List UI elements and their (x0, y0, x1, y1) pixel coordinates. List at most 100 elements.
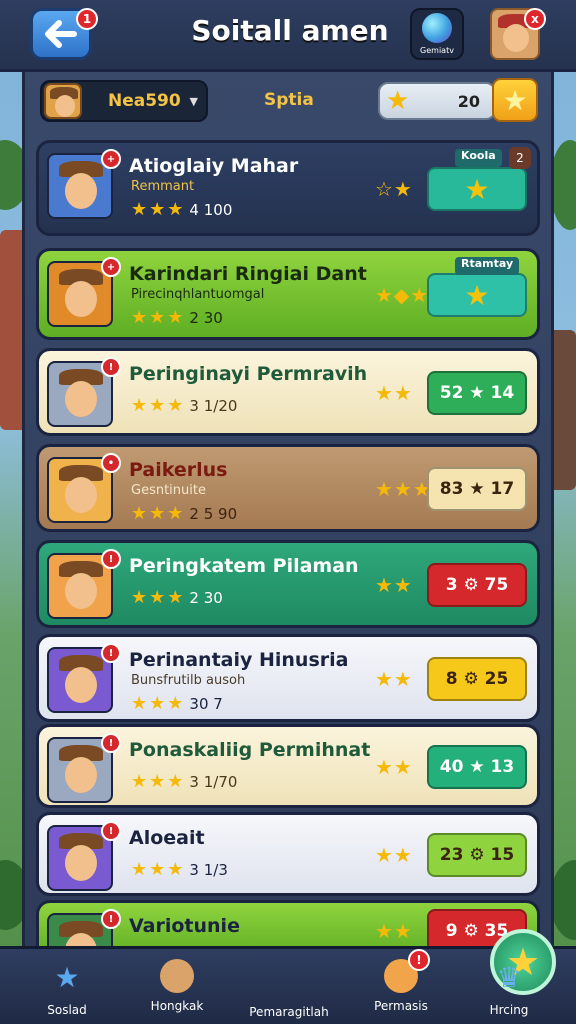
nav-label: Soslad (47, 1003, 87, 1017)
profile-notification-badge: x (524, 8, 546, 30)
player-name: Variotunie (129, 915, 240, 937)
player-name: Karindari Ringiai Dant (129, 263, 367, 285)
top-bar: 1 Soitall amen Gemiatv x (0, 0, 576, 72)
reward-button[interactable]: 40 ★ 13 (427, 745, 527, 789)
player-name: Paikerlus (129, 459, 228, 481)
nav-item-hongkak[interactable]: Hongkak (122, 949, 232, 1024)
leaderboard-row[interactable]: ! Peringkatem Pilaman ★★★ 2 30 ★★ 3 ⚙ 75 (36, 540, 540, 628)
player-name: Perinantaiy Hinusria (129, 649, 349, 671)
star-icon: ★ (502, 83, 528, 117)
rating-stars: ★★★ (131, 199, 186, 220)
player-name: Peringinayi Permravih (129, 363, 368, 385)
leaderboard-row[interactable]: + Karindari Ringiai Dant Pirecinqhlantuomg… (36, 248, 540, 340)
leaderboard-row[interactable]: ! Peringinayi Permravih ★★★ 3 1/20 ★★ 52 ★ 14 (36, 348, 540, 436)
rating-value: 3 1/70 (189, 773, 238, 791)
leaderboard-row[interactable]: + Atioglaiy Mahar Remmant ★★★ 4 100 ☆★ ★ Koola 2 (36, 140, 540, 236)
chevron-down-icon: ▼ (189, 95, 198, 108)
star-icon: ★ (386, 86, 410, 116)
reward-button[interactable]: 8 ⚙ 25 (427, 657, 527, 701)
nav-item-pemaragitlah[interactable]: ★ Pemaragitlah (234, 929, 556, 1024)
selected-player: Nea590 (108, 91, 181, 111)
globe-button[interactable]: Gemiatv (410, 8, 464, 60)
rating-value: 30 7 (189, 695, 223, 713)
player-rating: ★★★ 2 30 (131, 307, 223, 328)
rank-tag: Koola (455, 149, 502, 167)
mid-stars: ★★ (375, 573, 413, 597)
rating-value: 2 30 (189, 309, 223, 327)
player-name: Ponaskaliig Permihnat (129, 739, 371, 761)
mid-stars: ★★ (375, 667, 413, 691)
reward-button[interactable]: 23 ⚙ 15 (427, 833, 527, 877)
reward-button[interactable]: ★ (427, 273, 527, 317)
bottom-nav: ★ Soslad Hongkak ★ Pemaragitlah Permasis… (0, 929, 576, 1024)
player-title: Remmant (131, 179, 195, 194)
mid-stars: ★★ (375, 755, 413, 779)
rating-stars: ★★★ (131, 771, 186, 792)
player-badge: + (101, 149, 121, 169)
rating-stars: ★★★ (131, 859, 186, 880)
player-badge: ! (101, 821, 121, 841)
mid-stars: ★★ (375, 843, 413, 867)
nav-notification-badge: ! (408, 949, 430, 971)
player-title: Gesntinuite (131, 483, 206, 498)
nav-item-permasis[interactable]: Permasis ! (346, 949, 456, 1024)
leaderboard-row[interactable]: ! Perinantaiy Hinusria Bunsfrutilb ausoh ★★… (36, 634, 540, 722)
rating-value: 3 1/20 (189, 397, 238, 415)
globe-label: Gemiatv (420, 46, 454, 55)
arrow-left-icon (45, 20, 77, 48)
mid-stars: ★◆★ (375, 283, 430, 307)
player-badge: ! (101, 357, 121, 377)
player-badge: • (101, 453, 121, 473)
rating-stars: ★★★ (131, 693, 186, 714)
mid-stars: ★★ (375, 381, 413, 405)
back-notification-badge: 1 (76, 8, 98, 30)
player-badge: ! (101, 549, 121, 569)
rating-value: 2 30 (189, 589, 223, 607)
nav-item-soslad[interactable]: ★ Soslad (12, 949, 122, 1024)
player-name: Peringkatem Pilaman (129, 555, 359, 577)
reward-button[interactable]: 52 ★ 14 (427, 371, 527, 415)
profile-icon (160, 959, 194, 993)
player-rating: ★★★ 3 1/20 (131, 395, 237, 416)
nav-label: Pemaragitlah (249, 1005, 329, 1019)
nav-label: Permasis (374, 999, 428, 1013)
rating-stars: ★★★ (131, 587, 186, 608)
star-icon: ★ (54, 960, 80, 994)
player-title: Pirecinqhlantuomgal (131, 287, 265, 302)
star-button[interactable]: ★ (492, 78, 538, 122)
rank-number: 2 (509, 147, 531, 169)
player-name: Aloeait (129, 827, 205, 849)
nav-item-hrcing[interactable]: ♛ Hrcing (454, 949, 564, 1024)
page-title: Soitall amen (191, 14, 389, 47)
leaderboard-row[interactable]: ! Aloeait ★★★ 3 1/3 ★★ 23 ⚙ 15 (36, 812, 540, 896)
reward-button[interactable]: ★ (427, 167, 527, 211)
player-badge: ! (101, 733, 121, 753)
globe-icon (422, 13, 452, 43)
score-value: 20 (457, 92, 480, 111)
rating-stars: ★★★ (131, 307, 186, 328)
player-avatar-icon (44, 83, 82, 119)
player-badge: ! (101, 909, 121, 929)
reward-button[interactable]: 83 ★ 17 (427, 467, 527, 511)
rating-value: 3 1/3 (189, 861, 228, 879)
leaderboard-row[interactable]: ! Ponaskaliig Permihnat ★★★ 3 1/70 ★★ 40 ★ 13 (36, 724, 540, 808)
nav-label: Hongkak (150, 999, 204, 1013)
rating-stars: ★★★ (131, 395, 186, 416)
score-pill: ★ 20 (378, 82, 496, 120)
player-rating: ★★★ 4 100 (131, 199, 232, 220)
player-select-dropdown[interactable]: Nea590 ▼ (40, 80, 208, 122)
rank-tag: Rtamtay (455, 257, 520, 275)
filter-center-label: Sptia (264, 90, 314, 110)
rating-stars: ★★★ (131, 503, 186, 524)
player-name: Atioglaiy Mahar (129, 155, 299, 177)
mid-stars: ★★★ (375, 477, 432, 501)
reward-button[interactable]: 3 ⚙ 75 (427, 563, 527, 607)
leaderboard-row[interactable]: • Paikerlus Gesntinuite ★★★ 2 5 90 ★★★ 83 ★ 17 (36, 444, 540, 532)
rating-value: 4 100 (189, 201, 233, 219)
filter-row: Nea590 ▼ Sptia ★ 20 ★ (30, 74, 546, 130)
mid-stars: ☆★ (375, 177, 413, 201)
player-badge: ! (101, 643, 121, 663)
player-rating: ★★★ 3 1/70 (131, 771, 237, 792)
trophy-icon: ♛ (496, 960, 522, 994)
player-rating: ★★★ 2 5 90 (131, 503, 237, 524)
